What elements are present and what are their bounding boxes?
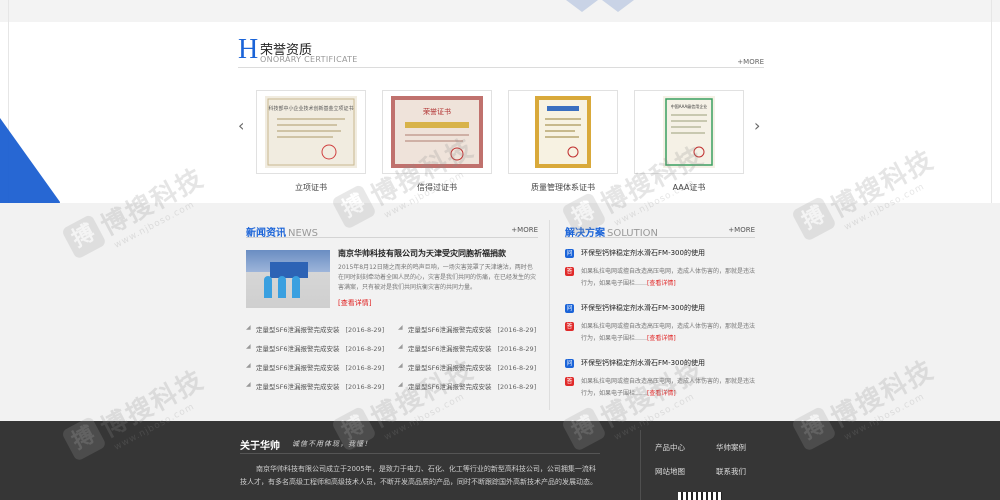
bullet-icon: ◢ [246, 381, 251, 388]
bullet-icon: ◢ [398, 381, 403, 388]
news-header: 新闻资讯 NEWS +MORE [246, 221, 538, 239]
news-list-left: ◢ 定量型SF6泄漏报警完成安装 [2016-8-29] ◢ 定量型SF6泄漏报警完成… [246, 324, 386, 400]
honor-subtitle: ONORARY CERTIFICATE [260, 55, 358, 64]
footer-link-sitemap[interactable]: 网站地图 [655, 466, 685, 477]
certificate-card-3[interactable] [508, 90, 618, 174]
news-list-item[interactable]: ◢ 定量型SF6泄漏报警完成安装 [2016-8-29] [246, 343, 386, 362]
news-list-item[interactable]: ◢ 定量型SF6泄漏报警完成安装 [2016-8-29] [246, 324, 386, 343]
solution-item-3: 问 环保型钙锌稳定剂水滑石FM-300的使用 答 如果私拉电网或擅自改造高压电网… [565, 358, 755, 412]
footer-link-contact[interactable]: 联系我们 [716, 466, 746, 477]
next-arrow-icon[interactable]: › [754, 116, 760, 135]
news-list-item[interactable]: ◢ 定量型SF6泄漏报警完成安装 [2016-8-29] [398, 324, 538, 343]
solution-question[interactable]: 环保型钙锌稳定剂水滑石FM-300的使用 [581, 358, 705, 368]
certificate-caption-2[interactable]: 信得过证书 [382, 182, 492, 193]
news-title-en: NEWS [288, 228, 319, 239]
solution-item-1: 问 环保型钙锌稳定剂水滑石FM-300的使用 答 如果私拉电网或擅自改造高压电网… [565, 248, 755, 302]
footer-link-cases[interactable]: 华帅案例 [716, 442, 746, 453]
honor-more-link[interactable]: +MORE [737, 58, 764, 66]
decor-triangle-right [602, 0, 634, 12]
solution-view-link[interactable]: [查看详情] [647, 280, 676, 287]
solution-header: 解决方案 SOLUTION +MORE [565, 221, 755, 239]
news-list-item[interactable]: ◢ 定量型SF6泄漏报警完成安装 [2016-8-29] [246, 381, 386, 400]
news-section: 新闻资讯 NEWS +MORE 南京华帅科技有限公司为天津受灾同胞祈福捐款 201… [246, 221, 538, 391]
solution-answer: 如果私拉电网或擅自改造高压电网，造成人体伤害的，那就是违法行为，如果电子围栏……… [581, 323, 756, 342]
solution-title-en: SOLUTION [607, 228, 659, 239]
solution-section: 解决方案 SOLUTION +MORE 问 环保型钙锌稳定剂水滑石FM-300的使… [565, 221, 755, 397]
news-photo-banner [270, 262, 308, 278]
about-divider [240, 453, 600, 454]
answer-icon: 答 [565, 322, 574, 331]
solution-title: 解决方案 [565, 228, 605, 239]
solution-question[interactable]: 环保型钙锌稳定剂水滑石FM-300的使用 [581, 248, 705, 258]
question-icon: 问 [565, 304, 574, 313]
news-title: 新闻资讯 [246, 228, 286, 239]
honor-header: H 荣誉资质 ONORARY CERTIFICATE +MORE [238, 36, 764, 68]
solution-more-link[interactable]: +MORE [728, 226, 755, 234]
news-list-item[interactable]: ◢ 定量型SF6泄漏报警完成安装 [2016-8-29] [398, 362, 538, 381]
bullet-icon: ◢ [246, 362, 251, 369]
certificate-card-4[interactable]: 中国AAA级信用企业 [634, 90, 744, 174]
honor-title-initial: H [238, 34, 259, 65]
decor-triangle-left [566, 0, 598, 12]
footer-divider [640, 430, 641, 500]
answer-icon: 答 [565, 267, 574, 276]
news-photo-person [292, 276, 300, 298]
about-title: 关于华帅 [240, 441, 280, 452]
news-headline[interactable]: 南京华帅科技有限公司为天津受灾同胞祈福捐款 [338, 248, 538, 259]
news-list-item[interactable]: ◢ 定量型SF6泄漏报警完成安装 [2016-8-29] [398, 343, 538, 362]
solution-item-2: 问 环保型钙锌稳定剂水滑石FM-300的使用 答 如果私拉电网或擅自改造高压电网… [565, 303, 755, 357]
news-view-more-link[interactable]: [查看详情] [338, 298, 371, 308]
qr-code [678, 492, 722, 500]
news-photo-person [278, 276, 286, 298]
bullet-icon: ◢ [246, 324, 251, 331]
bullet-icon: ◢ [398, 362, 403, 369]
question-icon: 问 [565, 249, 574, 258]
about-slogan: 诚信不用体现，我懂！ [292, 440, 372, 448]
bullet-icon: ◢ [398, 343, 403, 350]
certificate-4-text: 中国AAA级信用企业 [671, 103, 707, 109]
certificate-card-2[interactable]: 荣誉证书 [382, 90, 492, 174]
certificate-image-2: 荣誉证书 [391, 96, 483, 168]
news-list-item[interactable]: ◢ 定量型SF6泄漏报警完成安装 [2016-8-29] [398, 381, 538, 400]
solution-view-link[interactable]: [查看详情] [647, 335, 676, 342]
solution-answer: 如果私拉电网或擅自改造高压电网，造成人体伤害的，那就是违法行为，如果电子围栏……… [581, 268, 756, 287]
certificate-card-1[interactable]: 科技部中小企业技术创新基金立项证书 [256, 90, 366, 174]
certificate-image-3 [535, 96, 591, 168]
prev-arrow-icon[interactable]: ‹ [238, 116, 244, 135]
bullet-icon: ◢ [398, 324, 403, 331]
answer-icon: 答 [565, 377, 574, 386]
certificate-caption-3[interactable]: 质量管理体系证书 [508, 182, 618, 193]
certificate-1-text: 科技部中小企业技术创新基金立项证书 [268, 105, 353, 112]
solution-question[interactable]: 环保型钙锌稳定剂水滑石FM-300的使用 [581, 303, 705, 313]
solution-answer: 如果私拉电网或擅自改造高压电网，造成人体伤害的，那就是违法行为，如果电子围栏……… [581, 378, 756, 397]
footer-link-products[interactable]: 产品中心 [655, 442, 685, 453]
certificate-2-text: 荣誉证书 [423, 107, 451, 116]
news-photo-person [264, 276, 272, 298]
bullet-icon: ◢ [246, 343, 251, 350]
news-more-link[interactable]: +MORE [511, 226, 538, 234]
certificate-image-4: 中国AAA级信用企业 [663, 96, 715, 168]
news-photo[interactable] [246, 250, 330, 308]
top-strip [0, 0, 1000, 22]
news-list-item[interactable]: ◢ 定量型SF6泄漏报警完成安装 [2016-8-29] [246, 362, 386, 381]
question-icon: 问 [565, 359, 574, 368]
news-list-right: ◢ 定量型SF6泄漏报警完成安装 [2016-8-29] ◢ 定量型SF6泄漏报警完成… [398, 324, 538, 400]
honor-section: H 荣誉资质 ONORARY CERTIFICATE +MORE ‹ › 科技部… [238, 36, 764, 202]
certificate-caption-4[interactable]: AAA证书 [634, 182, 744, 193]
about-text: 南京华帅科技有限公司成立于2005年，是致力于电力、石化、化工等行业的新型高科技… [240, 465, 597, 486]
news-summary: 2015年8月12日随之而来的鸣声巨响，一场灾害笼罩了天津塘沽，两时也在同时刻刻… [338, 264, 537, 291]
certificate-caption-1[interactable]: 立项证书 [256, 182, 366, 193]
solution-view-link[interactable]: [查看详情] [647, 390, 676, 397]
certificate-image-1: 科技部中小企业技术创新基金立项证书 [265, 96, 357, 168]
section-divider [549, 220, 550, 410]
